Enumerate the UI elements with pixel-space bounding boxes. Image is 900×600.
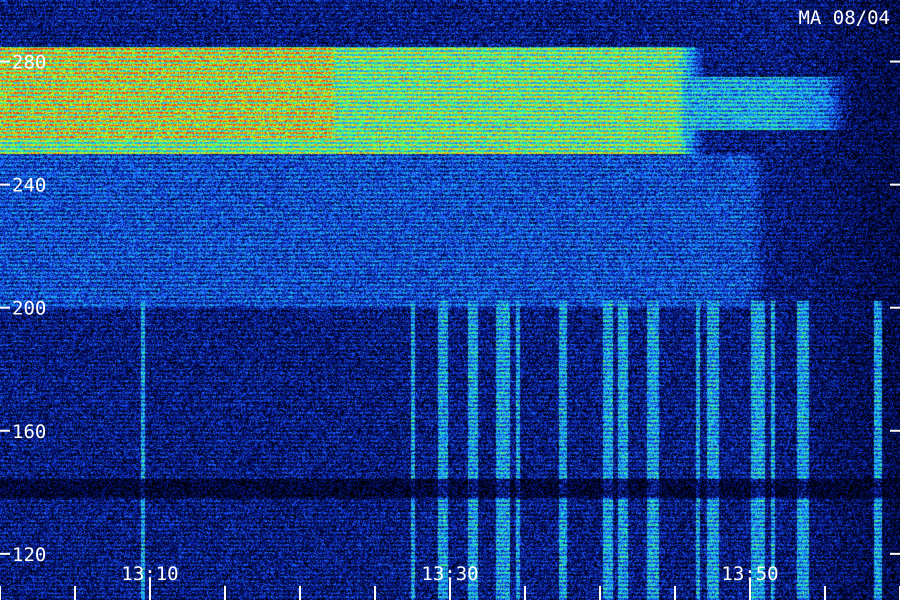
x-tick-label: 13:50 xyxy=(721,563,778,585)
y-tick-label: 200 xyxy=(12,298,46,320)
y-tick-label: 240 xyxy=(12,175,46,197)
y-axis-right-ticks xyxy=(890,60,900,555)
y-axis-labels: 280 240 200 160 120 xyxy=(12,52,46,566)
y-tick-label: 280 xyxy=(12,52,46,74)
station-label: MA 08/04 xyxy=(798,7,890,29)
y-tick-label: 120 xyxy=(12,544,46,566)
x-tick-label: 13:30 xyxy=(421,563,478,585)
y-tick-label: 160 xyxy=(12,421,46,443)
x-axis-labels: 13:10 13:30 13:50 xyxy=(121,563,778,585)
y-axis-left-ticks xyxy=(0,60,10,555)
x-tick-label: 13:10 xyxy=(121,563,178,585)
spectrogram-axes: 280 240 200 160 120 13:10 13:30 13:50 MA 08/04 xyxy=(0,7,900,600)
